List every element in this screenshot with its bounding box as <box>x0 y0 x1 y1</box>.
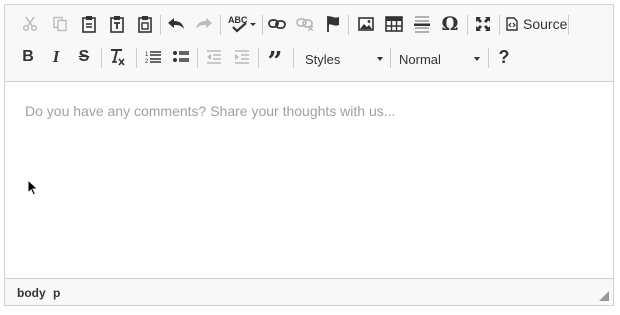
image-button[interactable] <box>354 12 378 36</box>
paste-text-icon <box>110 16 124 33</box>
toolbar-separator <box>197 48 198 68</box>
element-path-body[interactable]: body <box>17 286 46 300</box>
paste-from-word-button[interactable] <box>133 12 157 36</box>
editor-toolbar: ABC Ω Source B I S 1 2 ” Styles Normal ? <box>5 5 613 82</box>
styles-dropdown[interactable]: Styles <box>297 47 387 71</box>
remove-format-icon <box>111 49 125 66</box>
undo-icon <box>168 18 184 29</box>
unlink-icon <box>296 18 314 31</box>
toolbar-separator <box>467 15 468 35</box>
toolbar-separator <box>136 48 137 68</box>
toolbar-separator <box>488 48 489 68</box>
editor-content-area[interactable]: Do you have any comments? Share your tho… <box>5 82 613 279</box>
blockquote-icon: ” <box>267 47 283 77</box>
help-button[interactable]: ? <box>492 45 516 69</box>
toolbar-separator <box>258 48 259 68</box>
toolbar-row-2: B I S 1 2 ” Styles Normal ? <box>5 42 613 76</box>
toolbar-separator <box>568 15 569 35</box>
horizontal-line-button[interactable] <box>410 12 434 36</box>
horizontal-line-icon <box>414 16 430 33</box>
numbered-list-button[interactable]: 1 2 <box>141 45 165 69</box>
toolbar-separator <box>293 48 294 68</box>
chevron-down-icon <box>474 57 480 61</box>
element-path-p[interactable]: p <box>53 286 60 300</box>
toolbar-separator <box>262 15 263 35</box>
blockquote-button[interactable]: ” <box>263 45 287 75</box>
bold-button[interactable]: B <box>16 45 40 69</box>
paste-button[interactable] <box>77 12 101 36</box>
format-dropdown-label: Normal <box>399 51 441 67</box>
numbered-list-icon: 1 2 <box>145 51 161 64</box>
rich-text-editor: ABC Ω Source B I S 1 2 ” Styles Normal ?… <box>4 4 614 306</box>
svg-text:2: 2 <box>145 59 149 64</box>
editor-placeholder: Do you have any comments? Share your tho… <box>25 103 396 119</box>
redo-button[interactable] <box>192 12 216 36</box>
toolbar-separator <box>499 15 500 35</box>
cut-button[interactable] <box>18 12 42 36</box>
bulleted-list-button[interactable] <box>169 45 193 69</box>
paste-icon <box>82 16 96 33</box>
help-icon: ? <box>498 46 510 67</box>
spellcheck-icon: ABC <box>228 15 256 33</box>
copy-button[interactable] <box>48 12 72 36</box>
image-icon <box>358 17 374 31</box>
indent-icon <box>235 50 249 64</box>
toolbar-row-1: ABC Ω Source <box>5 9 613 42</box>
svg-text:1: 1 <box>145 52 149 58</box>
special-char-icon: Ω <box>441 13 459 35</box>
link-icon <box>268 19 286 29</box>
format-dropdown[interactable]: Normal <box>394 47 484 71</box>
styles-dropdown-label: Styles <box>305 51 341 67</box>
paste-word-icon <box>138 16 152 33</box>
toolbar-separator <box>101 48 102 68</box>
anchor-button[interactable] <box>321 12 345 36</box>
table-icon <box>385 16 403 32</box>
mouse-pointer-icon <box>27 179 39 196</box>
increase-indent-button[interactable] <box>230 45 254 69</box>
decrease-indent-button[interactable] <box>202 45 226 69</box>
toolbar-separator <box>220 15 221 35</box>
unlink-button[interactable] <box>293 12 317 36</box>
editor-status-bar: body p <box>5 278 613 305</box>
maximize-button[interactable] <box>471 12 495 36</box>
maximize-icon <box>476 17 490 31</box>
undo-button[interactable] <box>164 12 188 36</box>
redo-icon <box>196 18 212 29</box>
chevron-down-icon <box>377 57 383 61</box>
anchor-icon <box>327 16 339 32</box>
toolbar-separator <box>348 15 349 35</box>
toolbar-separator <box>160 15 161 35</box>
spellcheck-dropdown-button[interactable]: ABC <box>226 12 258 36</box>
italic-button[interactable]: I <box>44 45 68 69</box>
italic-icon: I <box>52 47 60 66</box>
strike-icon: S <box>78 48 90 65</box>
remove-format-button[interactable] <box>105 45 129 69</box>
special-character-button[interactable]: Ω <box>438 12 462 36</box>
link-button[interactable] <box>265 12 289 36</box>
cut-icon <box>22 16 38 32</box>
source-label: Source <box>523 16 568 32</box>
copy-icon <box>53 16 67 32</box>
paste-as-text-button[interactable] <box>105 12 129 36</box>
strikethrough-button[interactable]: S <box>72 45 96 69</box>
resize-handle-icon[interactable] <box>599 291 609 301</box>
source-icon <box>506 17 518 31</box>
source-button[interactable]: Source <box>502 12 571 36</box>
bold-icon: B <box>22 48 34 65</box>
outdent-icon <box>207 50 221 64</box>
table-button[interactable] <box>382 12 406 36</box>
toolbar-separator <box>390 48 391 68</box>
bulleted-list-icon <box>173 51 189 62</box>
